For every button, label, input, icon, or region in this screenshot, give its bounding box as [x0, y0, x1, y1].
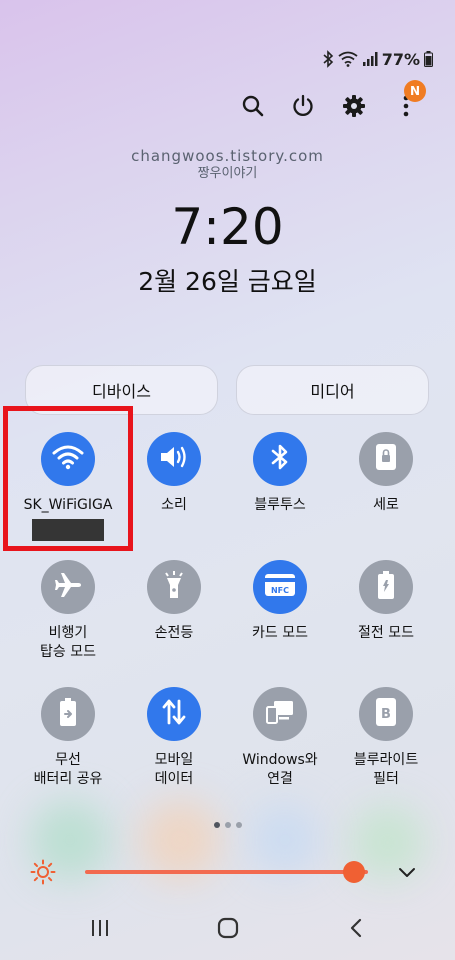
sound-icon	[159, 444, 189, 474]
nfc-icon: NFC	[264, 573, 296, 601]
power-icon[interactable]	[287, 90, 319, 122]
back-button[interactable]	[336, 916, 376, 944]
tile-wireless-powershare[interactable]: 무선 배터리 공유	[15, 687, 121, 789]
tile-label: 모바일 데이터	[154, 752, 194, 787]
tile-rotation[interactable]: 세로	[333, 432, 439, 515]
notification-badge: N	[404, 80, 426, 102]
recent-apps-icon	[90, 918, 110, 942]
page-indicator	[0, 822, 455, 828]
battery-icon	[424, 51, 433, 67]
blue-light-filter-toggle[interactable]: B	[359, 687, 413, 741]
status-bar: 77%	[322, 46, 433, 72]
highlight-box	[3, 406, 133, 551]
wireless-powershare-toggle[interactable]	[41, 687, 95, 741]
flashlight-toggle[interactable]	[147, 560, 201, 614]
airplane-toggle[interactable]	[41, 560, 95, 614]
mobile-data-icon	[161, 698, 187, 730]
brightness-control	[0, 855, 455, 889]
clock-date[interactable]: 2월 26일 금요일	[0, 262, 455, 298]
tile-airplane-mode[interactable]: 비행기 탑승 모드	[15, 560, 121, 662]
rotation-toggle[interactable]	[359, 432, 413, 486]
tile-label: Windows와 연결	[242, 752, 318, 787]
tile-label: 절전 모드	[358, 625, 414, 641]
sound-toggle[interactable]	[147, 432, 201, 486]
tile-label: 무선 배터리 공유	[33, 752, 103, 787]
mobile-data-toggle[interactable]	[147, 687, 201, 741]
tile-blue-light-filter[interactable]: B 블루라이트 필터	[333, 687, 439, 789]
navigation-bar	[0, 910, 455, 950]
wifi-icon	[338, 51, 358, 67]
search-icon[interactable]	[237, 90, 269, 122]
clock-time[interactable]: 7:20	[0, 198, 455, 256]
page-dot	[235, 822, 242, 828]
rotation-lock-icon	[375, 443, 397, 475]
page-dot	[224, 822, 231, 828]
tile-card-mode[interactable]: NFC 카드 모드	[227, 560, 333, 643]
home-icon	[217, 917, 239, 943]
wireless-powershare-icon	[59, 697, 77, 731]
power-saving-icon	[377, 570, 395, 604]
tile-label: 블루라이트 필터	[353, 752, 419, 787]
more-icon[interactable]: N	[390, 80, 426, 122]
battery-text: 77%	[381, 49, 420, 69]
tile-label: 카드 모드	[252, 625, 308, 641]
tile-mobile-data[interactable]: 모바일 데이터	[121, 687, 227, 789]
media-output-button[interactable]: 미디어	[236, 365, 429, 415]
card-mode-toggle[interactable]: NFC	[253, 560, 307, 614]
tile-label: 소리	[161, 497, 187, 513]
tile-label: 손전등	[154, 625, 194, 641]
tile-power-saving[interactable]: 절전 모드	[333, 560, 439, 643]
back-icon	[349, 918, 363, 942]
airplane-icon	[53, 570, 83, 604]
watermark: changwoos.tistory.com 짱우이야기	[0, 148, 455, 182]
nfc-text: NFC	[271, 586, 289, 595]
link-to-windows-toggle[interactable]	[253, 687, 307, 741]
bluetooth-icon	[270, 443, 290, 475]
sun-icon	[30, 859, 56, 889]
recent-apps-button[interactable]	[80, 916, 120, 944]
tile-link-to-windows[interactable]: Windows와 연결	[227, 687, 333, 789]
page-dot-active	[213, 822, 220, 828]
quick-panel-toolbar: N	[0, 80, 455, 126]
blue-light-text: B	[381, 707, 391, 722]
watermark-url: changwoos.tistory.com	[131, 147, 324, 165]
signal-icon	[362, 51, 378, 67]
bluetooth-icon	[322, 50, 334, 68]
link-to-windows-icon	[265, 699, 295, 729]
tile-bluetooth[interactable]: 블루투스	[227, 432, 333, 515]
home-button[interactable]	[208, 916, 248, 944]
tile-label: 블루투스	[254, 497, 306, 513]
settings-icon[interactable]	[338, 90, 370, 122]
chevron-down-icon[interactable]	[398, 864, 416, 883]
brightness-slider-track[interactable]	[85, 870, 368, 874]
brightness-slider-thumb[interactable]	[342, 861, 365, 883]
blue-light-filter-icon: B	[375, 697, 397, 731]
flashlight-icon	[162, 570, 186, 604]
tile-sound[interactable]: 소리	[121, 432, 227, 515]
power-saving-toggle[interactable]	[359, 560, 413, 614]
bluetooth-toggle[interactable]	[253, 432, 307, 486]
tile-label: 세로	[373, 497, 399, 513]
watermark-blog-name: 짱우이야기	[197, 166, 258, 181]
tile-flashlight[interactable]: 손전등	[121, 560, 227, 643]
tile-label: 비행기 탑승 모드	[40, 625, 96, 660]
